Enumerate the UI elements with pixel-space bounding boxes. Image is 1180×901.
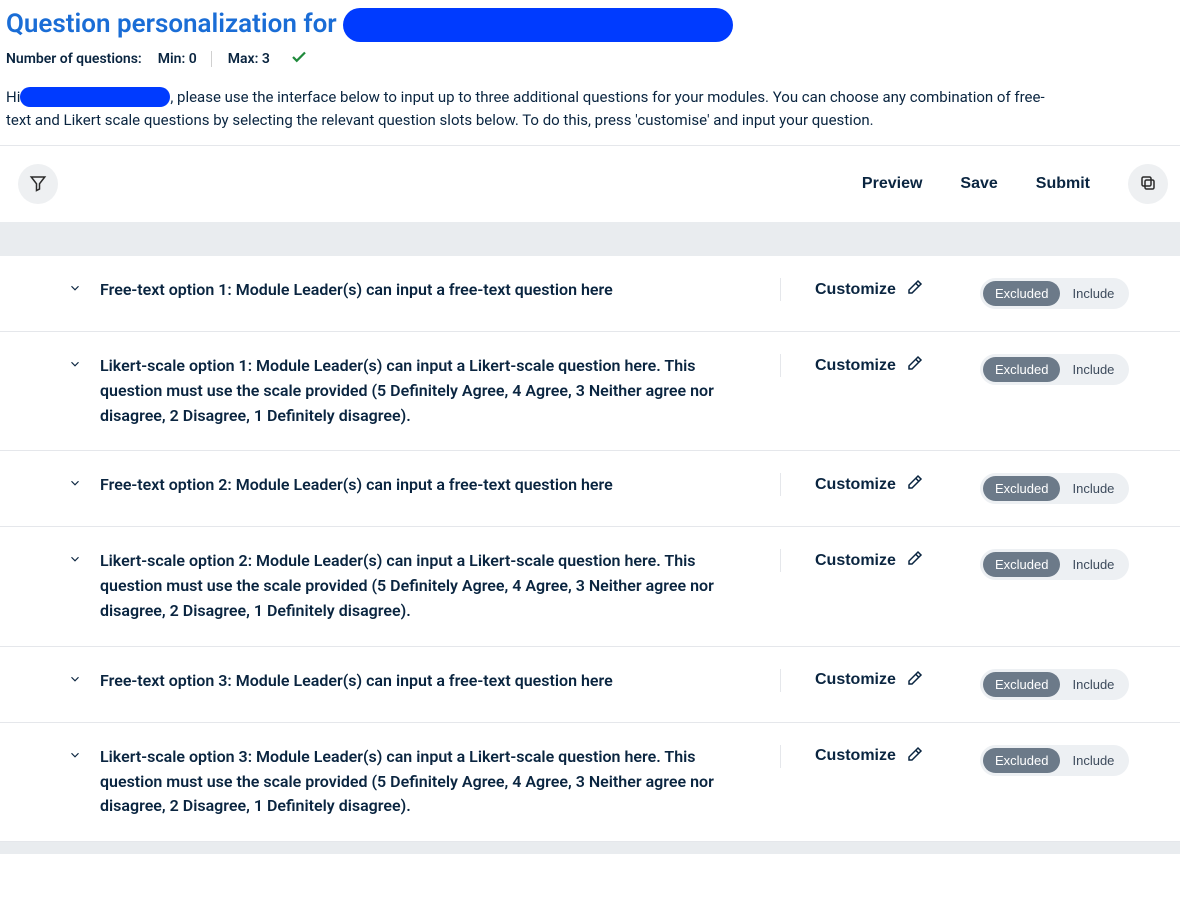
copy-button[interactable]	[1128, 164, 1168, 204]
include-segment[interactable]: Include	[1060, 748, 1126, 773]
excluded-segment[interactable]: Excluded	[983, 357, 1060, 382]
expand-chevron[interactable]	[68, 747, 82, 766]
include-segment[interactable]: Include	[1060, 281, 1126, 306]
max-value: 3	[262, 51, 270, 67]
chevron-down-icon	[68, 356, 82, 375]
filter-button[interactable]	[18, 164, 58, 204]
include-toggle: Excluded Include	[980, 278, 1129, 309]
max-label: Max:	[228, 51, 259, 67]
min-label: Min:	[158, 51, 186, 67]
include-segment[interactable]: Include	[1060, 357, 1126, 382]
section-band	[0, 222, 1180, 256]
submit-button[interactable]: Submit	[1036, 175, 1090, 193]
save-button[interactable]: Save	[960, 175, 997, 193]
customize-label: Customize	[815, 476, 896, 494]
chevron-down-icon	[68, 475, 82, 494]
chevron-down-icon	[68, 280, 82, 299]
question-rows: Free-text option 1: Module Leader(s) can…	[0, 256, 1180, 842]
include-toggle: Excluded Include	[980, 549, 1129, 580]
edit-icon	[906, 354, 924, 377]
include-segment[interactable]: Include	[1060, 552, 1126, 577]
question-text: Likert-scale option 1: Module Leader(s) …	[100, 354, 760, 428]
include-segment[interactable]: Include	[1060, 476, 1126, 501]
chevron-down-icon	[68, 671, 82, 690]
question-text: Free-text option 3: Module Leader(s) can…	[100, 669, 760, 694]
edit-icon	[906, 669, 924, 692]
edit-icon	[906, 473, 924, 496]
excluded-segment[interactable]: Excluded	[983, 748, 1060, 773]
question-row: Free-text option 2: Module Leader(s) can…	[0, 451, 1180, 527]
question-row: Likert-scale option 1: Module Leader(s) …	[0, 332, 1180, 451]
filter-icon	[29, 174, 47, 195]
include-toggle: Excluded Include	[980, 669, 1129, 700]
customize-button[interactable]: Customize	[815, 473, 924, 496]
expand-chevron[interactable]	[68, 280, 82, 299]
edit-icon	[906, 745, 924, 768]
intro-post: , please use the interface below to inpu…	[170, 86, 1044, 109]
footer-band	[0, 842, 1180, 854]
question-text: Likert-scale option 3: Module Leader(s) …	[100, 745, 760, 819]
excluded-segment[interactable]: Excluded	[983, 281, 1060, 306]
customize-button[interactable]: Customize	[815, 669, 924, 692]
num-questions-label: Number of questions:	[6, 51, 142, 67]
redacted-name-blob	[343, 8, 733, 42]
customize-label: Customize	[815, 357, 896, 375]
check-icon	[290, 48, 308, 70]
page-header: Question personalization for Number of q…	[0, 0, 1180, 70]
customize-button[interactable]: Customize	[815, 549, 924, 572]
customize-button[interactable]: Customize	[815, 354, 924, 377]
edit-icon	[906, 278, 924, 301]
question-row: Free-text option 1: Module Leader(s) can…	[0, 256, 1180, 332]
chevron-down-icon	[68, 551, 82, 570]
include-segment[interactable]: Include	[1060, 672, 1126, 697]
excluded-segment[interactable]: Excluded	[983, 552, 1060, 577]
question-text: Likert-scale option 2: Module Leader(s) …	[100, 549, 760, 623]
expand-chevron[interactable]	[68, 475, 82, 494]
question-text: Free-text option 2: Module Leader(s) can…	[100, 473, 760, 498]
question-count-meta: Number of questions: Min: 0 Max: 3	[6, 42, 1174, 70]
expand-chevron[interactable]	[68, 356, 82, 375]
question-row: Likert-scale option 2: Module Leader(s) …	[0, 527, 1180, 646]
include-toggle: Excluded Include	[980, 354, 1129, 385]
customize-label: Customize	[815, 747, 896, 765]
intro-line2: text and Likert scale questions by selec…	[6, 109, 1174, 132]
expand-chevron[interactable]	[68, 671, 82, 690]
customize-button[interactable]: Customize	[815, 278, 924, 301]
customize-label: Customize	[815, 281, 896, 299]
page-title: Question personalization for	[6, 9, 337, 40]
include-toggle: Excluded Include	[980, 745, 1129, 776]
redacted-name-inline	[20, 87, 170, 107]
min-value: 0	[189, 51, 197, 67]
include-toggle: Excluded Include	[980, 473, 1129, 504]
chevron-down-icon	[68, 747, 82, 766]
intro-text: Hi , please use the interface below to i…	[0, 70, 1180, 145]
customize-label: Customize	[815, 671, 896, 689]
question-text: Free-text option 1: Module Leader(s) can…	[100, 278, 760, 303]
question-row: Free-text option 3: Module Leader(s) can…	[0, 647, 1180, 723]
question-row: Likert-scale option 3: Module Leader(s) …	[0, 723, 1180, 842]
intro-pre: Hi	[6, 86, 20, 109]
expand-chevron[interactable]	[68, 551, 82, 570]
copy-icon	[1139, 174, 1157, 195]
excluded-segment[interactable]: Excluded	[983, 476, 1060, 501]
edit-icon	[906, 549, 924, 572]
preview-button[interactable]: Preview	[862, 175, 922, 193]
customize-label: Customize	[815, 552, 896, 570]
customize-button[interactable]: Customize	[815, 745, 924, 768]
toolbar: Preview Save Submit	[0, 146, 1180, 222]
excluded-segment[interactable]: Excluded	[983, 672, 1060, 697]
